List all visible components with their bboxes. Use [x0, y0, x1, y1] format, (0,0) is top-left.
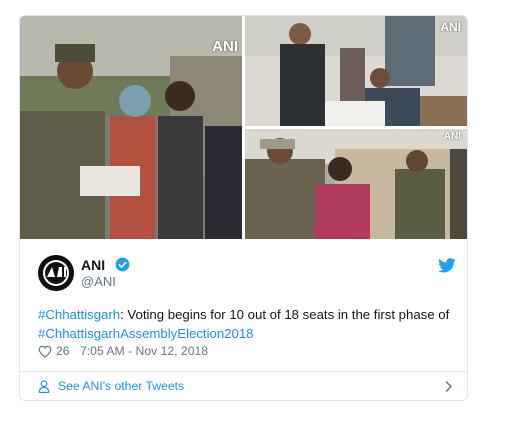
see-more-label[interactable]: See ANI's other Tweets: [58, 379, 184, 393]
ani-watermark: ANI: [212, 38, 238, 55]
like-count[interactable]: 26: [56, 344, 70, 358]
divider: [20, 371, 467, 372]
embedded-tweet-card[interactable]: ANI ANI ANI ANI @ANI #Chhattisgarh: Voti…: [19, 15, 468, 401]
photo-voters-queue[interactable]: ANI: [20, 16, 242, 239]
photo-polling-desk[interactable]: ANI: [245, 16, 467, 126]
chevron-right-icon[interactable]: [444, 380, 453, 393]
person-icon: [38, 380, 50, 393]
photo-voters-with-guard[interactable]: ANI: [245, 129, 467, 239]
verified-badge-icon: [115, 257, 130, 272]
ani-watermark: ANI: [443, 131, 461, 142]
tweet-text: #Chhattisgarh: Voting begins for 10 out …: [38, 305, 453, 343]
hashtag-chhattisgarh[interactable]: #Chhattisgarh: [38, 307, 120, 322]
hashtag-assembly-election[interactable]: #ChhattisgarhAssemblyElection2018: [38, 326, 254, 341]
tweet-media-grid: ANI ANI ANI: [20, 16, 467, 239]
ani-watermark: ANI: [440, 20, 461, 34]
tweet-body: : Voting begins for 10 out of 18 seats i…: [120, 307, 450, 322]
twitter-bird-icon[interactable]: [438, 258, 456, 273]
display-name[interactable]: ANI: [81, 257, 105, 273]
timestamp[interactable]: 7:05 AM - Nov 12, 2018: [80, 344, 208, 358]
handle[interactable]: @ANI: [81, 274, 116, 289]
heart-icon[interactable]: [38, 345, 52, 358]
see-more-tweets-link[interactable]: See ANI's other Tweets: [38, 378, 453, 396]
tweet-header: ANI @ANI: [38, 254, 458, 294]
avatar[interactable]: [38, 255, 74, 291]
